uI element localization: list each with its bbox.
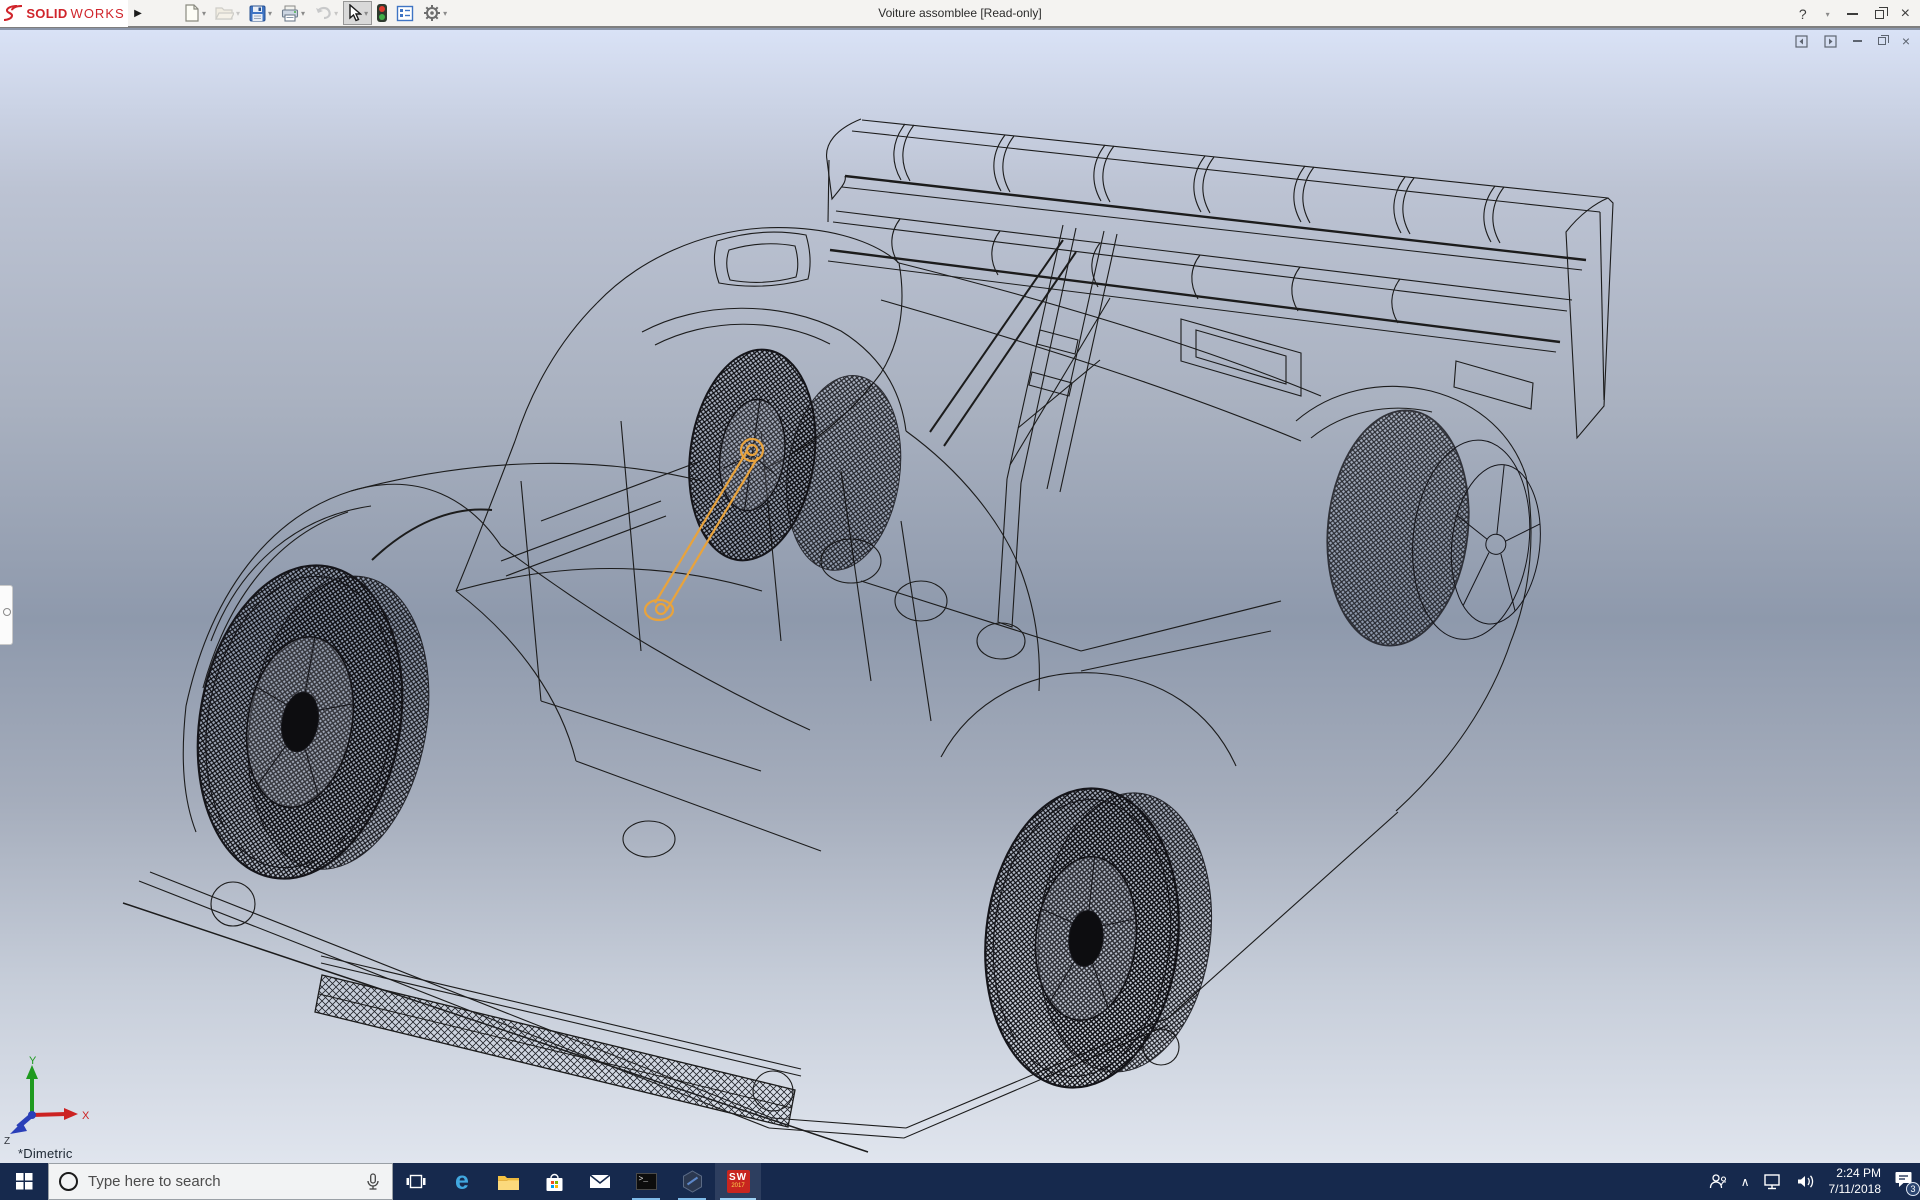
network-icon[interactable] (1763, 1173, 1783, 1190)
open-caret[interactable]: ▾ (236, 9, 240, 18)
print-button[interactable]: ▾ (277, 1, 309, 25)
select-cursor-icon (347, 4, 362, 22)
window-controls: ? ▾ × (1799, 0, 1910, 28)
featuremanager-collapsed-tab[interactable] (0, 585, 13, 645)
microsoft-store-icon (544, 1172, 565, 1192)
close-button[interactable]: × (1901, 6, 1910, 22)
brand-solid: SOLID (26, 6, 67, 21)
title-bar: SOLID WORKS ▶ ▾ ▾ (0, 0, 1920, 28)
menu-flyout-arrow[interactable]: ▶ (128, 8, 148, 19)
triad-z-label: Z (4, 1136, 10, 1145)
notification-badge: 3 (1906, 1182, 1920, 1196)
command-prompt-icon: >_ (636, 1173, 657, 1190)
save-button[interactable]: ▾ (245, 1, 276, 25)
file-properties-icon (396, 5, 414, 22)
print-icon (281, 5, 299, 22)
triad-y-label: Y (29, 1055, 37, 1067)
save-floppy-icon (249, 5, 266, 22)
pane-toggle-left-icon[interactable] (1795, 35, 1808, 48)
help-caret[interactable]: ▾ (1826, 10, 1830, 19)
options-button[interactable]: ▾ (419, 1, 451, 25)
document-window-controls: × (1795, 34, 1910, 48)
pane-toggle-right-icon[interactable] (1824, 35, 1837, 48)
document-close-button[interactable]: × (1902, 34, 1910, 48)
file-explorer-icon (497, 1173, 520, 1191)
help-button[interactable]: ? (1799, 6, 1807, 22)
tray-overflow-chevron[interactable]: ∧ (1741, 1175, 1750, 1189)
select-tool-button[interactable]: ▾ (343, 1, 372, 25)
open-folder-icon (215, 5, 234, 21)
quick-access-toolbar: ▾ ▾ ▾ (180, 0, 451, 27)
undo-icon (314, 5, 332, 21)
new-caret[interactable]: ▾ (202, 9, 206, 18)
undo-button[interactable]: ▾ (310, 1, 342, 25)
windows-taskbar: e >_ (0, 1163, 1920, 1200)
windows-logo-icon (16, 1173, 33, 1190)
options-caret[interactable]: ▾ (443, 9, 447, 18)
document-minimize-button[interactable] (1853, 40, 1862, 42)
minimize-button[interactable] (1847, 13, 1858, 15)
task-view-icon (406, 1173, 426, 1190)
hexagon-app-button[interactable] (669, 1163, 715, 1200)
new-document-icon (184, 4, 200, 22)
microphone-icon[interactable] (364, 1173, 382, 1191)
file-properties-button[interactable] (392, 1, 418, 25)
options-gear-icon (423, 4, 441, 22)
graphics-area[interactable]: × Y X Z *Dimetric (0, 30, 1920, 1163)
rebuild-button[interactable] (373, 1, 391, 25)
solidworks-2017-icon: SW 2017 (727, 1170, 750, 1193)
document-restore-button[interactable] (1878, 37, 1886, 45)
mail-icon (589, 1173, 611, 1190)
system-tray: ∧ 2:24 PM 7/11/2018 3 (1708, 1163, 1920, 1200)
file-explorer-button[interactable] (485, 1163, 531, 1200)
new-document-button[interactable]: ▾ (180, 1, 210, 25)
brand-works: WORKS (71, 6, 125, 21)
select-caret[interactable]: ▾ (364, 9, 368, 18)
undo-caret[interactable]: ▾ (334, 9, 338, 18)
people-icon[interactable] (1708, 1173, 1728, 1190)
microsoft-store-button[interactable] (531, 1163, 577, 1200)
open-button[interactable]: ▾ (211, 1, 244, 25)
hexagon-app-icon (681, 1170, 704, 1193)
print-caret[interactable]: ▾ (301, 9, 305, 18)
rear-wing-wireframe (827, 119, 1613, 627)
solidworks-logo: SOLID WORKS (0, 0, 128, 27)
restore-button[interactable] (1875, 10, 1884, 19)
wireframe-model[interactable] (0, 30, 1920, 1163)
triad-x-label: X (82, 1110, 90, 1122)
taskbar-search[interactable] (48, 1163, 393, 1200)
orientation-triad: Y X Z (2, 1055, 97, 1145)
clock-date: 7/11/2018 (1829, 1182, 1882, 1198)
action-center-button[interactable]: 3 (1894, 1170, 1914, 1193)
task-view-button[interactable] (393, 1163, 439, 1200)
start-button[interactable] (0, 1163, 48, 1200)
taskbar-apps: e >_ (393, 1163, 761, 1200)
rebuild-traffic-light-icon (377, 4, 387, 22)
edge-icon: e (455, 1169, 469, 1194)
mail-button[interactable] (577, 1163, 623, 1200)
search-input[interactable] (88, 1173, 354, 1190)
solidworks-logo-icon (3, 5, 23, 21)
save-caret[interactable]: ▾ (268, 9, 272, 18)
taskbar-clock[interactable]: 2:24 PM 7/11/2018 (1829, 1166, 1882, 1197)
volume-icon[interactable] (1796, 1173, 1816, 1190)
solidworks-2017-button[interactable]: SW 2017 (715, 1163, 761, 1200)
edge-button[interactable]: e (439, 1163, 485, 1200)
cortana-icon (59, 1172, 78, 1191)
wheels-wireframe (174, 341, 1552, 1100)
window-title: Voiture assomblee [Read-only] (878, 6, 1041, 20)
view-orientation-label: *Dimetric (18, 1146, 73, 1161)
command-prompt-button[interactable]: >_ (623, 1163, 669, 1200)
clock-time: 2:24 PM (1829, 1166, 1882, 1182)
